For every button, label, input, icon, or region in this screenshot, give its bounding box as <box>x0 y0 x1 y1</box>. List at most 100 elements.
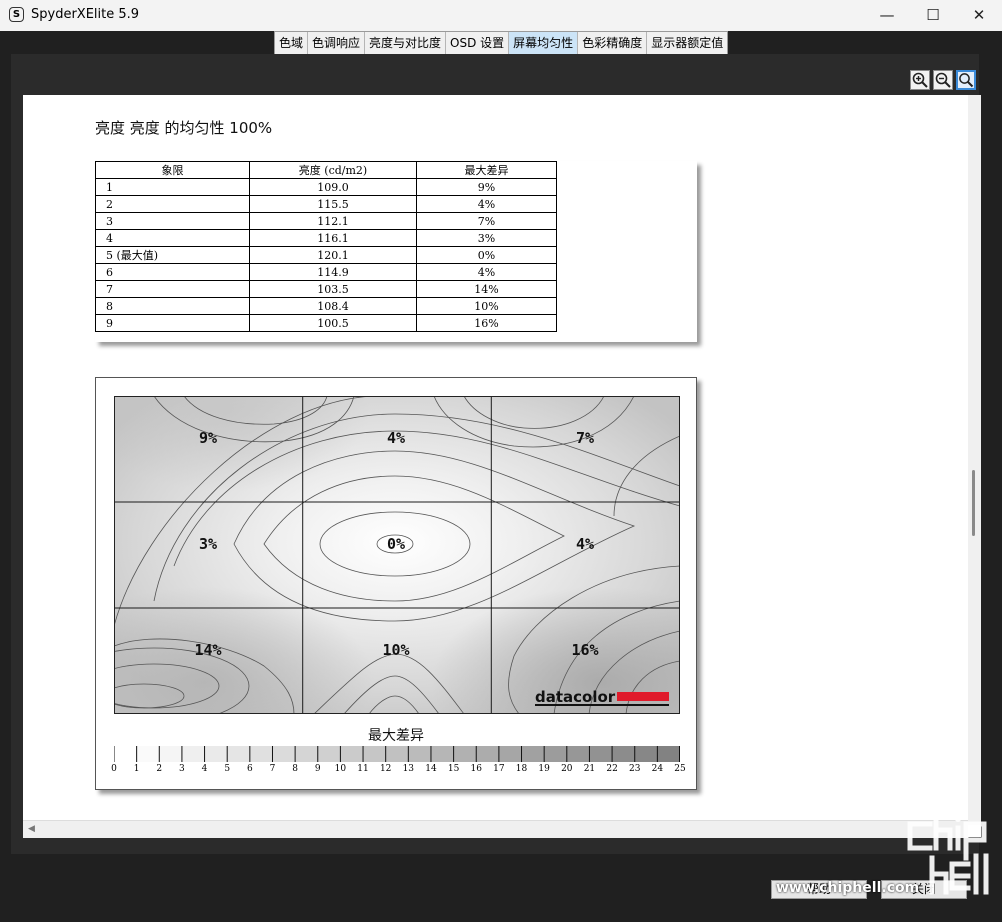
legend-swatch <box>476 746 499 762</box>
table-row: 3 112.1 7% <box>95 212 557 230</box>
minimize-button[interactable]: — <box>864 0 910 31</box>
legend-tick-label: 19 <box>538 764 550 774</box>
report-heading: 亮度 亮度 的均匀性 100% <box>95 119 273 137</box>
tab-osd-settings[interactable]: OSD 设置 <box>446 32 510 54</box>
quadrant-label-1: 9% <box>198 429 218 447</box>
cell-quadrant: 8 <box>95 297 250 315</box>
report-viewer[interactable]: 亮度 亮度 的均匀性 100% 象限 亮度 (cd/m2) 最大差异 1 109.… <box>23 95 981 838</box>
tab-tone-response[interactable]: 色调响应 <box>308 32 366 54</box>
cell-max-diff: 14% <box>416 280 557 298</box>
cell-max-diff: 10% <box>416 297 557 315</box>
legend-tick-label: 21 <box>583 764 596 774</box>
col-header-quadrant: 象限 <box>95 161 250 179</box>
report-tabs: 色域 色调响应 亮度与对比度 OSD 设置 屏幕均匀性 色彩精确度 显示器额定值 <box>274 31 729 55</box>
cell-max-diff: 7% <box>416 212 557 230</box>
legend-tick-label: 17 <box>493 764 505 774</box>
legend-tick-label: 3 <box>179 764 185 774</box>
cell-max-diff: 9% <box>416 178 557 196</box>
table-row: 1 109.0 9% <box>95 178 557 196</box>
legend-swatch <box>114 746 137 762</box>
cell-quadrant: 7 <box>95 280 250 298</box>
legend-tick-label: 10 <box>334 764 347 774</box>
zoom-fit-button[interactable] <box>956 70 976 90</box>
close-button[interactable]: ✕ <box>956 0 1002 31</box>
chh-logo <box>907 807 989 895</box>
quadrant-label-5: 0% <box>386 535 406 553</box>
cell-luminance: 114.9 <box>249 263 417 281</box>
legend-tick-label: 6 <box>246 764 253 774</box>
zoom-out-button[interactable] <box>933 70 953 90</box>
tab-screen-uniformity[interactable]: 屏幕均匀性 <box>509 32 579 54</box>
legend-swatch <box>295 746 318 762</box>
legend-swatch <box>612 746 635 762</box>
watermark-text: www.chiphell.com <box>776 880 920 896</box>
legend-swatch <box>544 746 567 762</box>
legend-tick-label: 22 <box>606 764 618 774</box>
legend-swatch <box>385 746 409 762</box>
cell-luminance: 116.1 <box>249 229 417 247</box>
legend-tick-label: 11 <box>357 764 369 774</box>
cell-luminance: 120.1 <box>249 246 417 264</box>
cell-quadrant: 1 <box>95 178 250 196</box>
legend-tick-label: 5 <box>224 764 231 774</box>
legend-tick-label: 24 <box>651 764 664 774</box>
quadrant-label-4: 3% <box>198 535 218 553</box>
vertical-scroll-thumb[interactable] <box>972 470 975 536</box>
table-row: 6 114.9 4% <box>95 263 557 281</box>
horizontal-scrollbar[interactable]: ◀ <box>23 820 968 838</box>
legend-swatch <box>430 746 454 762</box>
vertical-scrollbar[interactable] <box>968 95 981 825</box>
cell-quadrant: 9 <box>95 314 250 332</box>
app-icon: S <box>9 7 24 22</box>
luminance-table-panel: 象限 亮度 (cd/m2) 最大差异 1 109.0 9% 2 115.5 4% 3 11… <box>95 161 697 342</box>
legend-tick-label: 20 <box>561 764 573 774</box>
uniformity-chart-panel: datacolor 9% 4% 7% 3% 0% 4% 14% 10% 16% … <box>95 377 697 790</box>
legend-swatch <box>181 746 205 762</box>
datacolor-logo-bar <box>617 692 669 701</box>
cell-quadrant: 5 (最大值) <box>95 246 250 264</box>
table-row: 4 116.1 3% <box>95 229 557 247</box>
zoom-in-button[interactable] <box>910 70 930 90</box>
legend-swatch <box>634 746 658 762</box>
quadrant-label-6: 4% <box>575 535 595 553</box>
tab-display-rating[interactable]: 显示器额定值 <box>647 32 727 54</box>
table-header-row: 象限 亮度 (cd/m2) 最大差异 <box>95 161 557 179</box>
quadrant-label-8: 10% <box>382 641 410 659</box>
tab-color-accuracy[interactable]: 色彩精确度 <box>578 32 648 54</box>
datacolor-logo-underline <box>535 704 669 706</box>
legend-swatch <box>408 746 431 762</box>
legend-swatch <box>204 746 228 762</box>
zoom-in-icon <box>912 72 928 88</box>
cell-quadrant: 3 <box>95 212 250 230</box>
tab-gamut[interactable]: 色域 <box>275 32 309 54</box>
cell-luminance: 109.0 <box>249 178 417 196</box>
legend-swatch <box>657 746 680 762</box>
legend-swatch <box>227 746 250 762</box>
legend-tick-label: 1 <box>133 764 140 774</box>
legend-tick-label: 4 <box>201 764 208 774</box>
legend-swatch <box>317 746 341 762</box>
col-header-max-diff: 最大差异 <box>416 161 557 179</box>
legend-swatch <box>589 746 613 762</box>
cell-max-diff: 4% <box>416 263 557 281</box>
col-header-luminance: 亮度 (cd/m2) <box>249 161 417 179</box>
cell-quadrant: 4 <box>95 229 250 247</box>
maximize-button[interactable]: ☐ <box>910 0 956 31</box>
tab-brightness-contrast[interactable]: 亮度与对比度 <box>365 32 447 54</box>
legend-tick-label: 23 <box>628 764 641 774</box>
cell-max-diff: 4% <box>416 195 557 213</box>
legend-tick-label: 2 <box>156 764 163 774</box>
legend-tick-label: 13 <box>402 764 415 774</box>
cell-luminance: 100.5 <box>249 314 417 332</box>
cell-luminance: 112.1 <box>249 212 417 230</box>
table-row: 7 103.5 14% <box>95 280 557 298</box>
legend-tick-label: 9 <box>314 764 321 774</box>
table-row: 2 115.5 4% <box>95 195 557 213</box>
title-bar: S SpyderXElite 5.9 — ☐ ✕ <box>0 0 1002 31</box>
quadrant-label-9: 16% <box>571 641 599 659</box>
legend-swatch <box>159 746 182 762</box>
zoom-out-icon <box>935 72 951 88</box>
legend-swatch <box>453 746 477 762</box>
scroll-left-icon[interactable]: ◀ <box>28 824 35 834</box>
cell-luminance: 108.4 <box>249 297 417 315</box>
